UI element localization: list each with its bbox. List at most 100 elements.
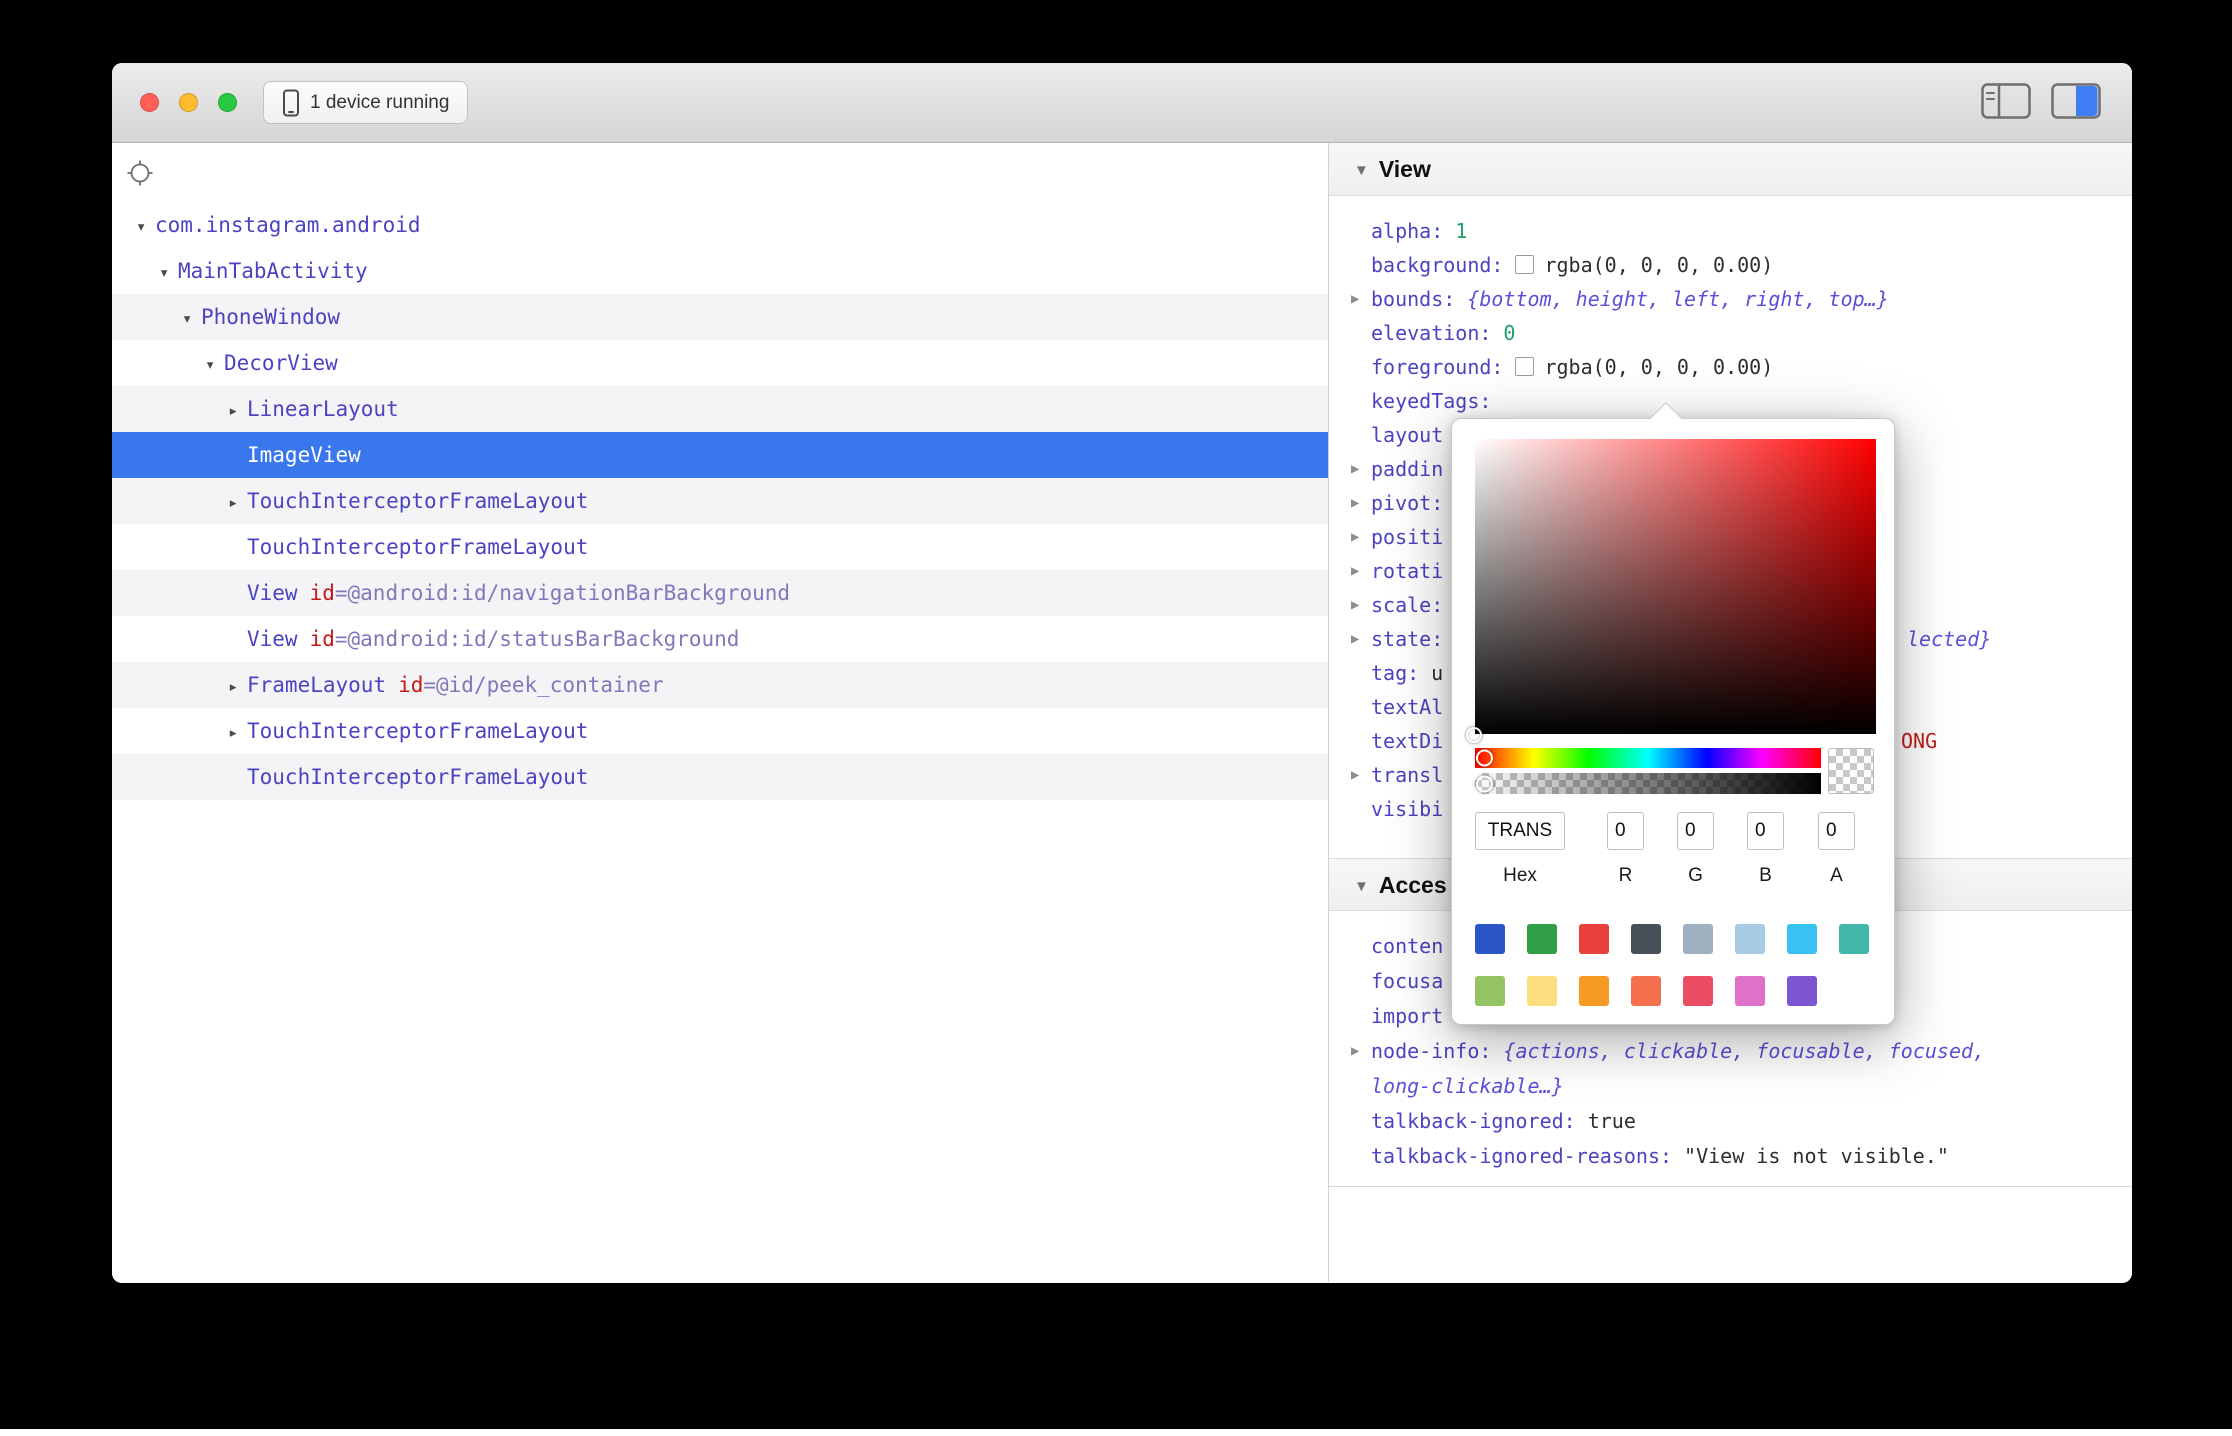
- color-swatch[interactable]: [1631, 924, 1661, 954]
- device-running-button[interactable]: 1 device running: [263, 81, 468, 124]
- tree-row[interactable]: ▾DecorView: [112, 340, 1328, 386]
- disclosure-triangle-icon[interactable]: ▶: [1351, 486, 1359, 520]
- color-swatch[interactable]: [1787, 976, 1817, 1006]
- chevron-collapsed-icon[interactable]: ▸: [228, 388, 247, 434]
- channel-input-a[interactable]: [1818, 812, 1855, 850]
- minimize-button[interactable]: [179, 93, 198, 112]
- toggle-right-panel-button[interactable]: [2051, 83, 2101, 122]
- hierarchy-panel: ▾com.instagram.android▾MainTabActivity▾P…: [112, 143, 1329, 1282]
- color-swatch[interactable]: [1579, 976, 1609, 1006]
- view-class-name: TouchInterceptorFrameLayout: [247, 489, 588, 513]
- property-row[interactable]: ▶node-info:{actions, clickable, focusabl…: [1329, 1034, 2132, 1104]
- chevron-collapsed-icon[interactable]: ▸: [228, 664, 247, 710]
- color-swatch[interactable]: [1839, 924, 1869, 954]
- property-name: scale:: [1371, 593, 1443, 617]
- alpha-slider[interactable]: [1475, 773, 1821, 794]
- tree-row[interactable]: Viewid=@android:id/navigationBarBackgrou…: [112, 570, 1328, 616]
- property-value: {actions, clickable, focusable, focused,: [1503, 1039, 1985, 1063]
- tree-row[interactable]: ▸LinearLayout: [112, 386, 1328, 432]
- tree-row[interactable]: ▸FrameLayoutid=@id/peek_container: [112, 662, 1328, 708]
- chevron-expanded-icon[interactable]: ▾: [136, 204, 155, 250]
- screen-edge-strip: [0, 1429, 2232, 1436]
- toggle-left-panel-button[interactable]: [1981, 83, 2031, 122]
- disclosure-triangle-icon[interactable]: ▶: [1351, 1034, 1359, 1069]
- chevron-expanded-icon[interactable]: ▾: [205, 342, 224, 388]
- tree-row[interactable]: ▾com.instagram.android: [112, 202, 1328, 248]
- attribute-name: id: [310, 581, 335, 605]
- property-name: visibi: [1371, 797, 1443, 821]
- color-swatch[interactable]: [1527, 924, 1557, 954]
- color-picker-popover: Hex RGBA: [1451, 418, 1895, 1025]
- color-checkbox[interactable]: [1515, 357, 1534, 376]
- property-name: bounds:: [1371, 287, 1455, 311]
- property-row[interactable]: talkback-ignored-reasons:"View is not vi…: [1329, 1139, 2132, 1174]
- saturation-brightness-area[interactable]: [1475, 439, 1876, 734]
- disclosure-triangle-icon[interactable]: ▶: [1351, 622, 1359, 656]
- hue-slider[interactable]: [1475, 748, 1821, 768]
- channel-input-g[interactable]: [1677, 812, 1714, 850]
- property-row[interactable]: ▶bounds:{bottom, height, left, right, to…: [1329, 282, 2132, 316]
- saturation-knob[interactable]: [1466, 727, 1482, 743]
- view-section-header[interactable]: ▼View: [1329, 143, 2132, 196]
- tree-row[interactable]: ImageView: [112, 432, 1328, 478]
- disclosure-triangle-icon[interactable]: ▶: [1351, 588, 1359, 622]
- channel-label-g: G: [1677, 865, 1714, 887]
- tree-row[interactable]: ▾MainTabActivity: [112, 248, 1328, 294]
- current-color-well: [1828, 748, 1874, 794]
- target-crosshair-icon[interactable]: [127, 160, 153, 186]
- property-name: transl: [1371, 763, 1443, 787]
- chevron-expanded-icon[interactable]: ▾: [182, 296, 201, 342]
- property-row[interactable]: elevation:0: [1329, 316, 2132, 350]
- hex-input[interactable]: [1475, 812, 1565, 850]
- swatch-palette-row-1: [1475, 924, 1869, 954]
- hue-knob[interactable]: [1476, 750, 1493, 767]
- color-swatch[interactable]: [1475, 976, 1505, 1006]
- attribute-value: =@android:id/navigationBarBackground: [335, 581, 790, 605]
- tree-row[interactable]: ▸TouchInterceptorFrameLayout: [112, 478, 1328, 524]
- property-name: talkback-ignored-reasons:: [1371, 1144, 1672, 1168]
- tree-row[interactable]: TouchInterceptorFrameLayout: [112, 754, 1328, 800]
- close-button[interactable]: [140, 93, 159, 112]
- color-swatch[interactable]: [1579, 924, 1609, 954]
- tree-row[interactable]: ▾PhoneWindow: [112, 294, 1328, 340]
- color-swatch[interactable]: [1787, 924, 1817, 954]
- disclosure-triangle-icon[interactable]: ▶: [1351, 452, 1359, 486]
- disclosure-triangle-icon[interactable]: ▶: [1351, 758, 1359, 792]
- property-value-wrapped: long-clickable…}: [1371, 1069, 2132, 1104]
- channel-input-b[interactable]: [1747, 812, 1784, 850]
- view-class-name: View: [247, 627, 298, 651]
- channel-input-r[interactable]: [1607, 812, 1644, 850]
- chevron-collapsed-icon[interactable]: ▸: [228, 480, 247, 526]
- tree-row[interactable]: ▸TouchInterceptorFrameLayout: [112, 708, 1328, 754]
- disclosure-triangle-icon[interactable]: ▶: [1351, 520, 1359, 554]
- color-swatch[interactable]: [1527, 976, 1557, 1006]
- property-row[interactable]: background:rgba(0, 0, 0, 0.00): [1329, 248, 2132, 282]
- panel-bottom-divider: [1329, 1186, 2132, 1187]
- disclosure-triangle-icon[interactable]: ▶: [1351, 554, 1359, 588]
- color-swatch[interactable]: [1475, 924, 1505, 954]
- color-swatch[interactable]: [1735, 976, 1765, 1006]
- property-row[interactable]: talkback-ignored:true: [1329, 1104, 2132, 1139]
- view-class-name: ImageView: [247, 443, 361, 467]
- accessibility-section-title: Acces: [1379, 872, 1447, 898]
- tree-row[interactable]: TouchInterceptorFrameLayout: [112, 524, 1328, 570]
- color-swatch[interactable]: [1683, 976, 1713, 1006]
- property-value: u: [1431, 661, 1443, 685]
- zoom-button[interactable]: [218, 93, 237, 112]
- disclosure-triangle-icon[interactable]: ▶: [1351, 282, 1359, 316]
- chevron-expanded-icon[interactable]: ▾: [159, 250, 178, 296]
- tree-row[interactable]: Viewid=@android:id/statusBarBackground: [112, 616, 1328, 662]
- property-row[interactable]: foreground:rgba(0, 0, 0, 0.00): [1329, 350, 2132, 384]
- alpha-knob[interactable]: [1476, 775, 1493, 792]
- property-row[interactable]: keyedTags:: [1329, 384, 2132, 418]
- color-swatch[interactable]: [1735, 924, 1765, 954]
- property-name: focusa: [1371, 969, 1443, 993]
- color-swatch[interactable]: [1631, 976, 1661, 1006]
- right-sidebar-active-icon: [2051, 83, 2101, 119]
- property-row[interactable]: alpha:1: [1329, 214, 2132, 248]
- property-name: textDi: [1371, 729, 1443, 753]
- color-checkbox[interactable]: [1515, 255, 1534, 274]
- attribute-value: =@android:id/statusBarBackground: [335, 627, 740, 651]
- color-swatch[interactable]: [1683, 924, 1713, 954]
- chevron-collapsed-icon[interactable]: ▸: [228, 710, 247, 756]
